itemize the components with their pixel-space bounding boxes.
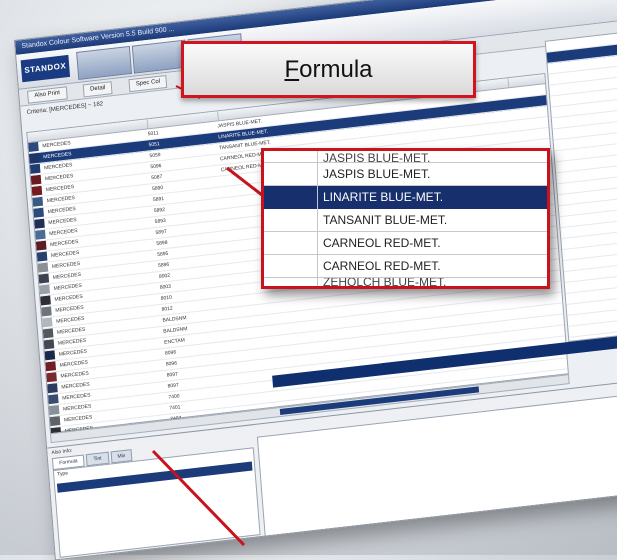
- colour-swatch: [30, 174, 42, 185]
- module-tab-2[interactable]: [131, 39, 188, 74]
- colour-swatch: [44, 350, 56, 361]
- module-tab-1[interactable]: [76, 45, 133, 80]
- colour-swatch: [35, 240, 47, 251]
- colour-swatch: [28, 152, 40, 163]
- colour-swatch: [43, 339, 55, 350]
- zoom-left-column: [264, 151, 318, 286]
- colour-swatch: [38, 273, 50, 284]
- colour-swatch: [31, 185, 43, 196]
- zoomed-colour-list: JASPIS BLUE-MET. JASPIS BLUE-MET. LINARIT…: [261, 148, 550, 289]
- colour-swatch: [45, 361, 57, 372]
- colour-swatch: [33, 207, 44, 218]
- colour-swatch: [46, 372, 57, 383]
- colour-swatch: [49, 416, 61, 427]
- colour-swatch: [28, 141, 39, 152]
- also-print-button[interactable]: Also Print: [27, 86, 68, 104]
- colour-swatch: [34, 218, 45, 229]
- brand-logo: STANDOX: [20, 54, 71, 83]
- colour-swatch: [29, 163, 41, 174]
- spec-col-button[interactable]: Spec Col: [128, 74, 168, 93]
- detail-button[interactable]: Detail: [82, 81, 113, 98]
- also-info-label: Also Info:: [51, 447, 73, 457]
- colour-swatch: [41, 306, 52, 317]
- colour-swatch: [39, 284, 50, 295]
- colour-swatch: [37, 262, 49, 273]
- colour-swatch: [47, 383, 58, 394]
- colour-swatch: [48, 405, 60, 416]
- colour-swatch: [47, 394, 59, 405]
- colour-swatch: [36, 251, 48, 262]
- colour-swatch: [42, 328, 54, 339]
- colour-swatch: [41, 317, 53, 328]
- formula-callout: Formula: [181, 41, 476, 98]
- formula-mnemonic: F: [284, 55, 300, 83]
- colour-swatch: [35, 229, 46, 240]
- formula-label: ormula: [299, 55, 373, 83]
- colour-swatch: [32, 196, 44, 207]
- colour-swatch: [40, 295, 51, 306]
